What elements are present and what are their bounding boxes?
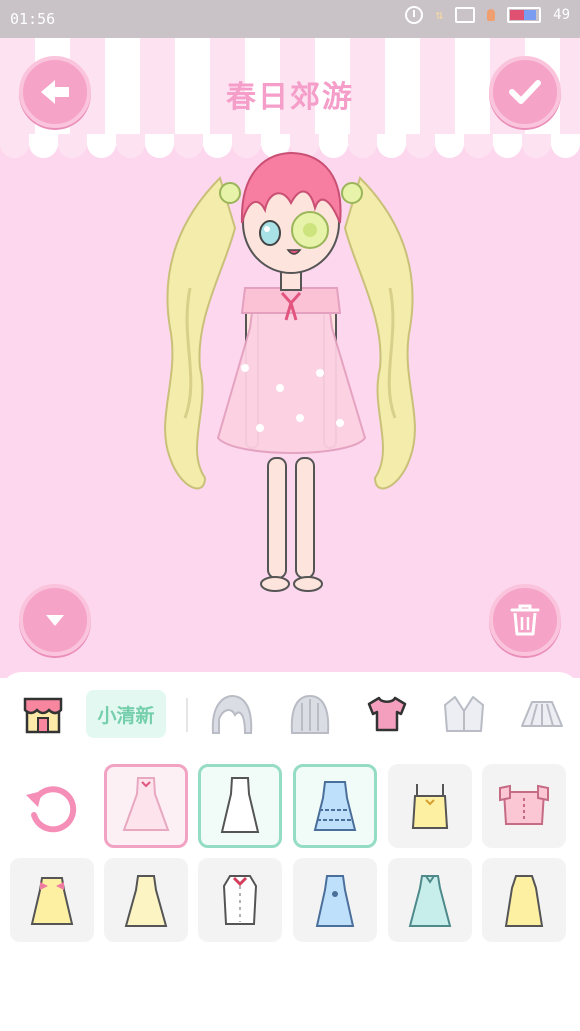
- blue-bow-dress-icon: [315, 875, 355, 927]
- screen-icon: [455, 7, 476, 23]
- notification-icon: [487, 9, 496, 21]
- tab-coats[interactable]: [437, 690, 491, 738]
- network-icon: ⇅: [435, 7, 444, 23]
- arrow-left-icon: [41, 80, 69, 104]
- yellow-bow-dress-icon: [30, 877, 74, 925]
- item-pink-dress[interactable]: [104, 764, 188, 848]
- category-divider: [186, 698, 188, 732]
- item-yellow-slip-dress[interactable]: [104, 858, 188, 942]
- status-bar: 01:56 ⇅ 49: [0, 0, 580, 38]
- shop-tab[interactable]: [20, 690, 66, 738]
- blue-frill-dress-icon: [313, 781, 357, 831]
- reset-button[interactable]: [22, 777, 82, 837]
- item-white-blouse[interactable]: [198, 858, 282, 942]
- item-yellow-bow-dress[interactable]: [10, 858, 94, 942]
- item-blue-bow-dress[interactable]: [293, 858, 377, 942]
- pink-frill-top-icon: [499, 784, 549, 825]
- item-yellow-camisole[interactable]: [388, 764, 472, 848]
- status-time: 01:56: [10, 10, 56, 28]
- reset-arrow-icon: [26, 786, 77, 833]
- checkmark-icon: [509, 80, 541, 104]
- tab-tops[interactable]: [360, 690, 414, 738]
- collapse-button[interactable]: [19, 584, 91, 656]
- white-blouse-icon: [222, 875, 258, 925]
- item-mint-dress[interactable]: [388, 858, 472, 942]
- wardrobe-panel: 小清新: [0, 672, 580, 1031]
- tab-front-hair[interactable]: [205, 690, 259, 738]
- shop-icon: [23, 697, 63, 734]
- alarm-icon: [405, 6, 424, 24]
- skirt-icon: [521, 701, 563, 727]
- yellow-slip-dress-icon: [124, 875, 168, 927]
- hair-back-icon: [290, 694, 330, 734]
- item-blue-frill-dress[interactable]: [293, 764, 377, 848]
- trash-icon: [510, 604, 540, 636]
- battery-level: 49: [553, 7, 570, 23]
- back-button[interactable]: [19, 56, 91, 128]
- chevron-down-icon: [46, 615, 64, 626]
- clear-outfit-button[interactable]: [489, 584, 561, 656]
- coat-icon: [444, 696, 484, 732]
- tab-back-hair[interactable]: [283, 690, 337, 738]
- item-yellow-dress[interactable]: [482, 858, 566, 942]
- yellow-dress-icon: [504, 875, 544, 927]
- category-bar: 小清新: [0, 690, 580, 740]
- dress-up-stage: 春日郊游: [0, 38, 580, 678]
- mint-dress-icon: [408, 875, 452, 927]
- tab-fresh-style[interactable]: 小清新: [86, 690, 166, 738]
- doll-character: [164, 151, 416, 592]
- hair-front-icon: [211, 694, 253, 734]
- status-icons: ⇅ 49: [405, 6, 570, 24]
- pink-dress-icon: [122, 777, 170, 831]
- item-white-dress[interactable]: [198, 764, 282, 848]
- yellow-camisole-icon: [411, 784, 449, 829]
- confirm-button[interactable]: [489, 56, 561, 128]
- top-icon: [367, 696, 407, 732]
- tab-skirts[interactable]: [515, 690, 569, 738]
- item-pink-frill-top[interactable]: [482, 764, 566, 848]
- battery-icon: [507, 7, 542, 23]
- white-dress-icon: [220, 777, 260, 833]
